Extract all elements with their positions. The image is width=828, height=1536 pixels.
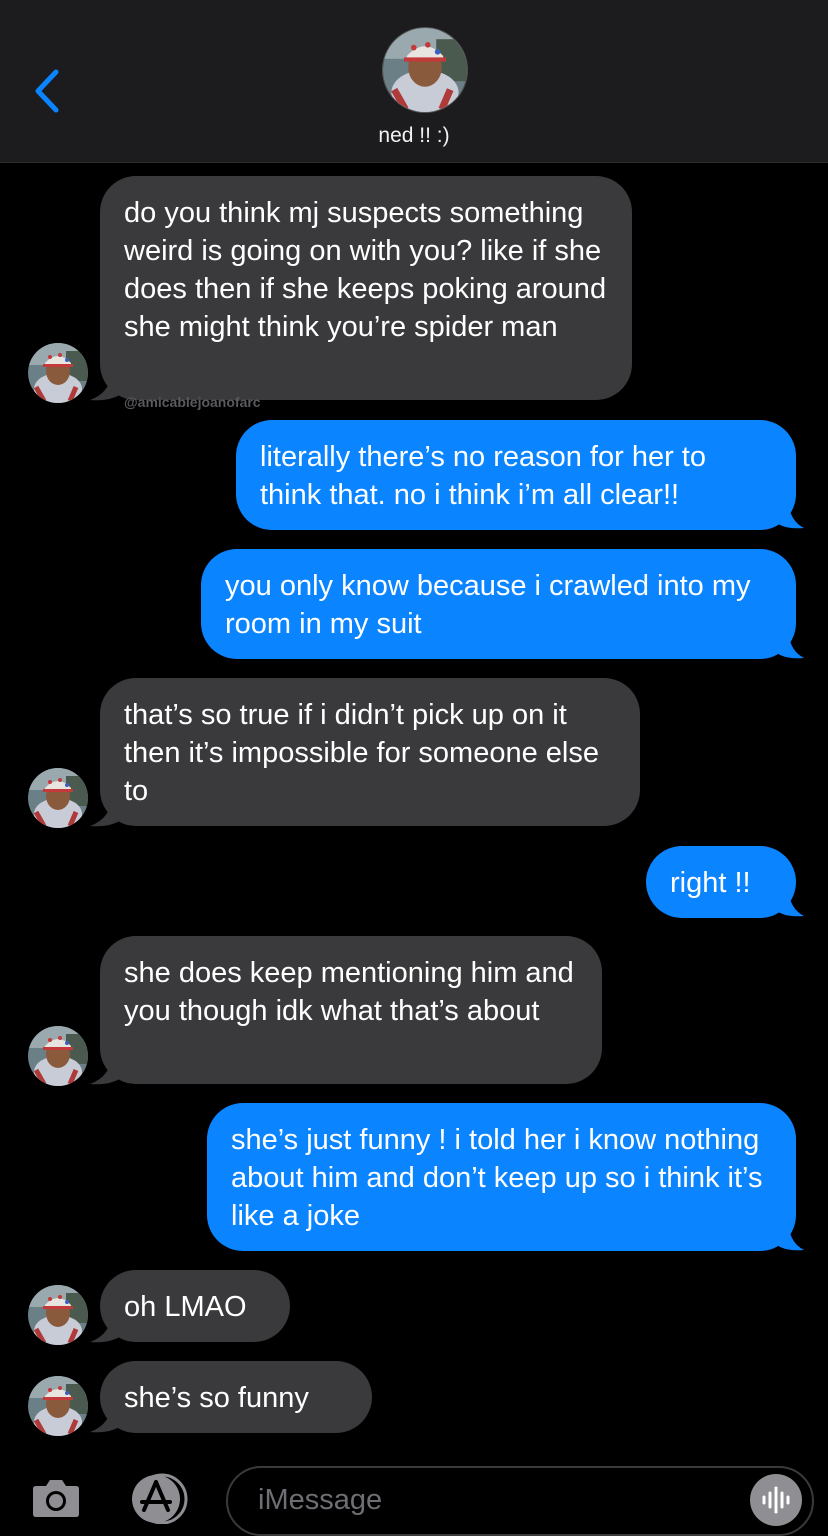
message-incoming[interactable]: she’s so funny	[100, 1361, 372, 1433]
chevron-left-icon	[35, 69, 59, 113]
message-incoming[interactable]: oh LMAO	[100, 1270, 290, 1342]
message-outgoing[interactable]: you only know because i crawled into my …	[201, 549, 796, 659]
sender-avatar	[28, 768, 88, 828]
app-store-button[interactable]	[126, 1472, 190, 1525]
sender-avatar	[28, 343, 88, 403]
sender-avatar	[28, 1026, 88, 1086]
message-incoming[interactable]: that’s so true if i didn’t pick up on it…	[100, 678, 640, 826]
watermark: @amicablejoanofarc	[124, 394, 261, 410]
message-input-placeholder: iMessage	[258, 1484, 383, 1516]
conversation-header: ned !! :)	[0, 0, 828, 163]
message-outgoing[interactable]: literally there’s no reason for her to t…	[236, 420, 796, 530]
back-button[interactable]	[30, 68, 66, 114]
camera-icon	[33, 1480, 79, 1517]
sender-avatar	[28, 1285, 88, 1345]
contact-name[interactable]: ned !! :)	[0, 124, 828, 148]
message-outgoing[interactable]: right !!	[646, 846, 796, 918]
app-store-icon	[132, 1473, 188, 1525]
audio-record-button[interactable]	[750, 1474, 802, 1526]
contact-avatar[interactable]	[382, 27, 468, 113]
message-incoming[interactable]: do you think mj suspects something weird…	[100, 176, 632, 400]
audio-waveform-icon	[762, 1486, 790, 1514]
message-incoming[interactable]: she does keep mentioning him and you tho…	[100, 936, 602, 1084]
sender-avatar	[28, 1376, 88, 1436]
camera-button[interactable]	[32, 1476, 80, 1518]
message-outgoing[interactable]: she’s just funny ! i told her i know not…	[207, 1103, 796, 1251]
